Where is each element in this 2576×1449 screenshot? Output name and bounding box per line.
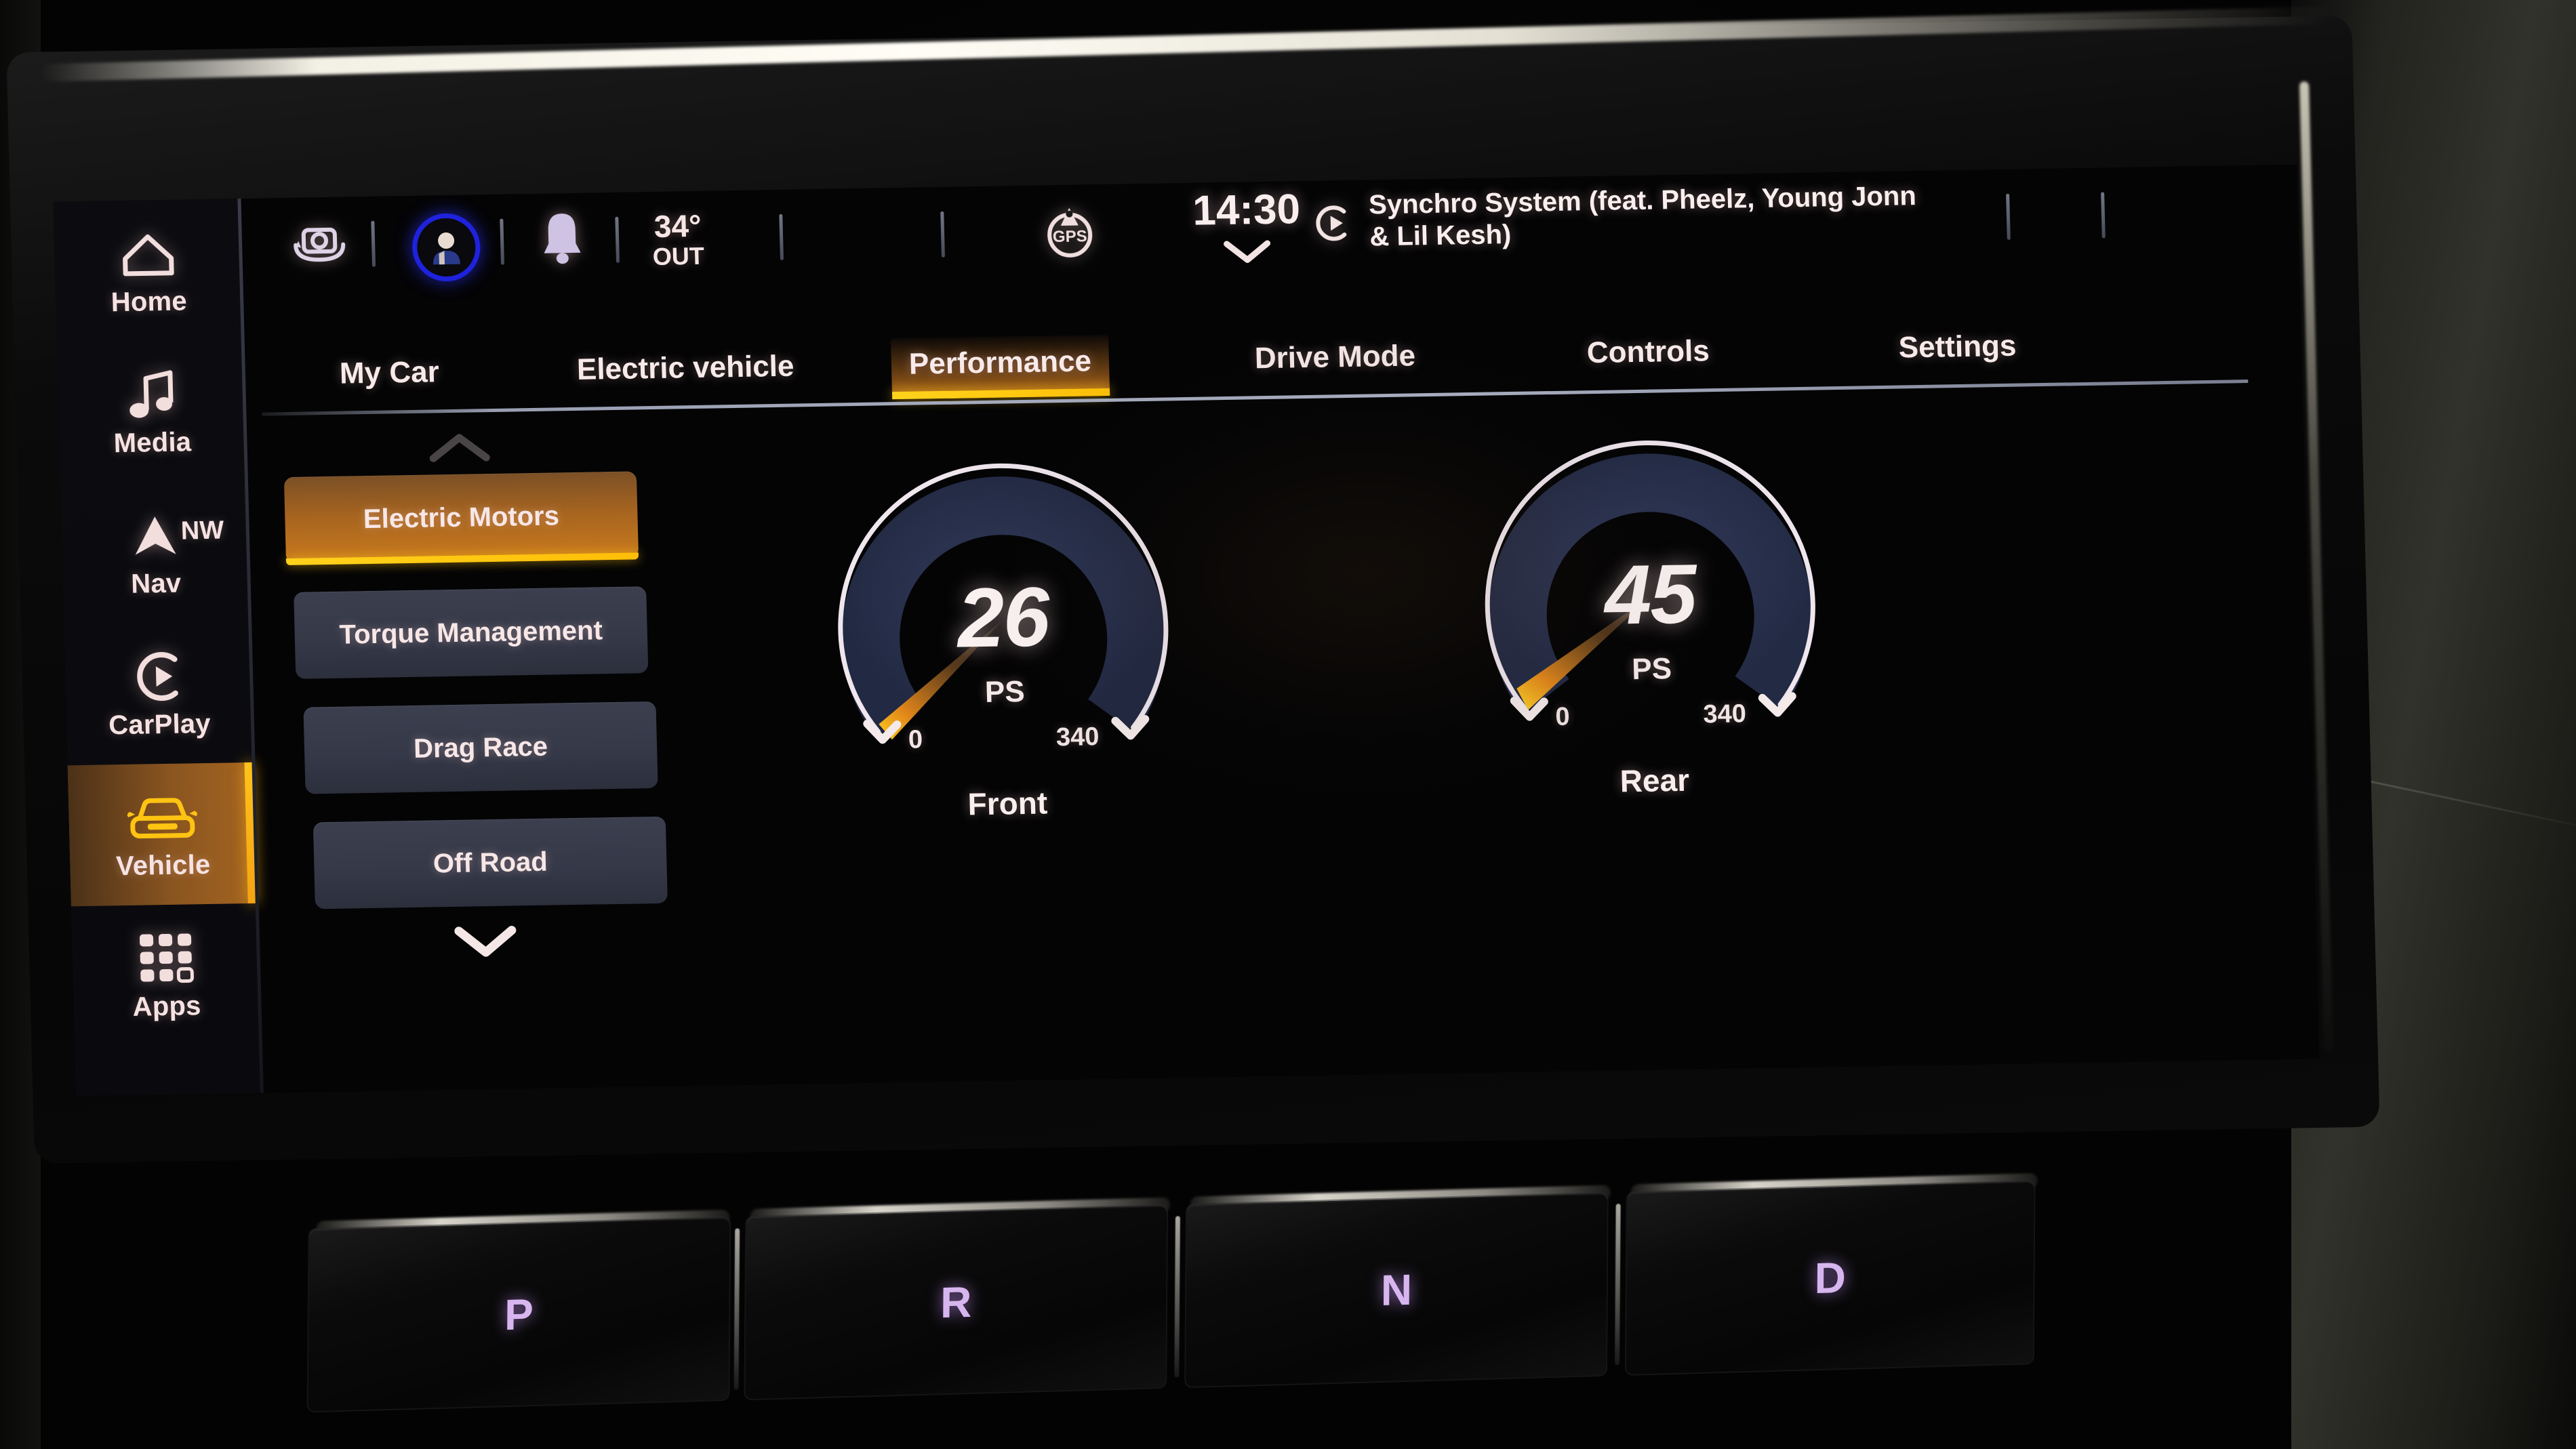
gear-separator [733, 1228, 740, 1390]
sidebar-item-label: Media [113, 426, 192, 458]
gauge-rear-max-label: 340 [1702, 699, 1747, 729]
option-label: Drag Race [413, 731, 548, 764]
chevron-up-icon [429, 434, 490, 462]
status-divider [500, 218, 505, 265]
tab-label: Controls [1586, 334, 1710, 370]
tab-label: Settings [1898, 329, 2017, 365]
status-divider [2006, 193, 2011, 240]
sidebar-item-home[interactable]: Home [53, 199, 243, 342]
svg-text:GPS: GPS [1053, 227, 1087, 246]
gear-separator [1174, 1216, 1180, 1378]
home-icon [120, 224, 176, 283]
car-front-icon [123, 788, 201, 847]
tab-electric-vehicle[interactable]: Electric vehicle [559, 340, 813, 405]
gear-label: R [940, 1277, 972, 1328]
outside-temperature: 34° OUT [651, 207, 705, 270]
gear-label: D [1814, 1252, 1847, 1303]
gear-separator [1615, 1204, 1621, 1366]
tab-controls[interactable]: Controls [1569, 325, 1728, 388]
sidebar-item-vehicle[interactable]: Vehicle [67, 762, 258, 907]
gauge-rear-min-label: 0 [1554, 702, 1571, 731]
notifications-button[interactable] [536, 208, 588, 267]
gear-label: N [1380, 1265, 1413, 1315]
sidebar-item-apps[interactable]: Apps [71, 903, 261, 1047]
status-divider [940, 211, 945, 258]
temperature-label: OUT [652, 241, 705, 270]
carplay-icon [129, 647, 188, 706]
gps-status: GPS [1040, 202, 1100, 261]
gear-label: P [504, 1289, 534, 1340]
apps-grid-icon [136, 928, 195, 987]
chevron-down-icon [1224, 240, 1271, 263]
temperature-value: 34° [653, 207, 702, 244]
status-divider [2101, 192, 2106, 239]
status-divider [615, 216, 620, 263]
gauge-rear-value: 45 [1603, 547, 1697, 642]
tab-my-car[interactable]: My Car [321, 346, 458, 409]
camera-360-icon [294, 227, 346, 262]
option-torque-management[interactable]: Torque Management [294, 586, 649, 679]
navigation-arrow-icon [128, 506, 181, 565]
carplay-play-icon [1316, 205, 1347, 241]
tab-performance[interactable]: Performance [890, 334, 1110, 400]
option-selected-underline [285, 552, 639, 566]
gauge-front: 26 PS 0 340 Front [761, 447, 1247, 888]
infotainment-screen: Home Media NW Nav CarPlay Vehicle Apps 3… [53, 164, 2320, 1097]
infotainment-assembly: Home Media NW Nav CarPlay Vehicle Apps 3… [0, 0, 2576, 1449]
nav-heading-badge: NW [180, 516, 224, 546]
sidebar-item-label: Nav [130, 568, 182, 599]
gear-button-neutral[interactable]: N [1186, 1193, 1607, 1387]
gps-icon: GPS [1047, 207, 1093, 258]
media-source-icon [1311, 202, 1354, 245]
now-playing-title[interactable]: Synchro System (feat. Pheelz, Young Jonn… [1369, 180, 1933, 253]
gear-button-drive[interactable]: D [1626, 1181, 2034, 1374]
sidebar-item-label: Apps [132, 990, 202, 1022]
gear-selector-panel: P R N D [308, 1172, 2064, 1433]
status-divider [371, 220, 376, 267]
sidebar-item-label: Vehicle [115, 849, 211, 881]
gear-button-park[interactable]: P [308, 1217, 730, 1412]
gauge-front-value: 26 [956, 570, 1050, 666]
scroll-down-button[interactable] [448, 920, 523, 958]
status-divider [779, 213, 784, 260]
option-electric-motors[interactable]: Electric Motors [283, 471, 639, 566]
tab-settings[interactable]: Settings [1880, 319, 2035, 383]
clock-value: 14:30 [1192, 186, 1301, 234]
sidebar-item-carplay[interactable]: CarPlay [64, 621, 254, 765]
sidebar-item-nav[interactable]: NW Nav [60, 481, 250, 624]
profile-button[interactable] [411, 213, 481, 282]
option-label: Torque Management [339, 615, 603, 650]
performance-option-list: Electric Motors Torque Management Drag R… [283, 434, 678, 1038]
tab-label: My Car [339, 355, 440, 390]
option-label: Electric Motors [363, 500, 560, 534]
sidebar-item-label: Home [110, 285, 188, 317]
chevron-down-icon [454, 926, 517, 957]
bell-icon [544, 213, 581, 264]
gauge-front-min-label: 0 [908, 725, 923, 754]
user-avatar-icon [411, 213, 481, 282]
sidebar-item-label: CarPlay [108, 708, 212, 740]
clock-expand-button[interactable]: 14:30 [1192, 185, 1302, 266]
option-label: Off Road [432, 846, 548, 878]
sidebar-item-media[interactable]: Media [57, 340, 247, 483]
tab-drive-mode[interactable]: Drive Mode [1236, 329, 1434, 394]
scroll-up-button[interactable] [422, 429, 497, 467]
tab-label: Drive Mode [1254, 339, 1416, 375]
option-off-road[interactable]: Off Road [313, 816, 668, 910]
music-note-icon [125, 365, 178, 424]
gauge-rear: 45 PS 0 340 Rear [1409, 424, 1894, 865]
tab-active-underline [891, 388, 1110, 400]
gear-button-reverse[interactable]: R [745, 1205, 1167, 1400]
tab-label: Performance [908, 344, 1092, 381]
gauge-front-max-label: 340 [1055, 722, 1100, 752]
sidebar: Home Media NW Nav CarPlay Vehicle Apps [53, 199, 262, 1097]
tab-label: Electric vehicle [576, 349, 794, 386]
option-drag-race[interactable]: Drag Race [303, 701, 658, 794]
camera-360-button[interactable] [288, 217, 348, 272]
